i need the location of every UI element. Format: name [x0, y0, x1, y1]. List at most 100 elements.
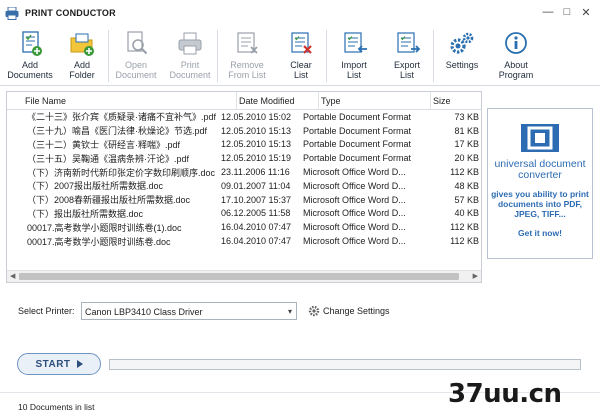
type-cell: Microsoft Office Word D... [303, 208, 406, 219]
remove-from-list-icon [237, 32, 258, 54]
type-cell: Microsoft Office Word D... [303, 180, 406, 191]
chevron-down-icon: ▾ [287, 307, 292, 316]
start-label: START [35, 358, 71, 370]
table-row[interactable]: （下）济南新时代新印张定价字数印刷顺序.doc 23.11.2006 11:16 M… [7, 165, 481, 179]
table-row[interactable]: （三十五）吴鞠通《温病条辨·汗论》.pdf 12.05.2010 15:19 Por… [7, 151, 481, 165]
start-button[interactable]: START [17, 353, 101, 375]
size-cell: 48 KB [454, 180, 479, 191]
type-cell: Microsoft Office Word D... [303, 236, 406, 247]
size-cell: 81 KB [454, 125, 479, 136]
import-list-icon [344, 32, 367, 53]
type-cell: Portable Document Format [303, 125, 411, 136]
list-header: File Name Date Modified Type Size [7, 92, 481, 110]
select-printer-label: Select Printer: [18, 306, 75, 316]
column-header-size[interactable]: Size [431, 92, 481, 109]
ad-text: gives you ability to print documents int… [491, 189, 589, 219]
print-progress-bar [109, 359, 581, 370]
column-header-type[interactable]: Type [319, 92, 431, 109]
document-list[interactable]: File Name Date Modified Type Size 《二十三》张… [6, 91, 482, 283]
printer-select-value: Canon LBP3410 Class Driver [85, 307, 203, 317]
ad-title: universal document converter [494, 158, 586, 181]
type-cell: Portable Document Format [303, 153, 411, 164]
file-name-cell: （下）济南新时代新印张定价字数印刷顺序.doc [27, 167, 216, 178]
file-name-cell: （下）2007报出版社所需数据.doc [27, 181, 164, 192]
type-cell: Portable Document Format [303, 111, 411, 122]
size-cell: 40 KB [454, 208, 479, 219]
size-cell: 73 KB [454, 111, 479, 122]
file-name-cell: （三十九）喻昌《医门法律·秋燥论》节选.pdf [27, 126, 208, 137]
app-title: PRINT CONDUCTOR [25, 8, 116, 18]
export-list-button[interactable]: Export List [381, 26, 433, 80]
open-document-button[interactable]: Open Document [109, 26, 163, 80]
column-header-file-name[interactable]: File Name [7, 92, 237, 109]
date-modified-cell: 16.04.2010 07:47 [221, 222, 292, 233]
column-header-date-modified[interactable]: Date Modified [237, 92, 319, 109]
scrollbar-thumb[interactable] [19, 273, 459, 280]
type-cell: Microsoft Office Word D... [303, 222, 406, 233]
play-icon [76, 360, 83, 368]
add-folder-button[interactable]: Add Folder [56, 26, 108, 80]
gear-icon [308, 305, 320, 317]
about-program-button[interactable]: About Program [490, 26, 542, 80]
add-folder-icon [70, 33, 94, 56]
table-row[interactable]: 00017.高考数学小题限时训练卷.doc 16.04.2010 07:47 Mic… [7, 234, 481, 248]
restore-button[interactable]: □ [559, 4, 575, 20]
about-icon [505, 32, 527, 54]
date-modified-cell: 23.11.2006 11:16 [221, 167, 290, 178]
change-settings-button[interactable]: Change Settings [308, 302, 390, 320]
table-row[interactable]: （下）2007报出版社所需数据.doc 09.01.2007 11:04 Micro… [7, 179, 481, 193]
file-name-cell: 《二十三》张介宾《质疑录·诸痛不宜补气》.pdf [27, 112, 217, 123]
watermark: 37uu.cn [448, 379, 562, 409]
date-modified-cell: 12.05.2010 15:13 [221, 125, 292, 136]
add-folder-label: Add Folder [69, 60, 95, 80]
size-cell: 17 KB [454, 139, 479, 150]
about-program-label: About Program [498, 60, 534, 80]
import-list-label: Import List [341, 60, 367, 80]
horizontal-scrollbar[interactable]: ◀ ▶ [7, 270, 481, 282]
type-cell: Microsoft Office Word D... [303, 167, 406, 178]
add-documents-button[interactable]: Add Documents [4, 26, 56, 80]
remove-from-list-label: Remove From List [228, 60, 266, 80]
table-row[interactable]: 《二十三》张介宾《质疑录·诸痛不宜补气》.pdf 12.05.2010 15:02… [7, 110, 481, 124]
file-name-cell: （下）报出版社所需数据.doc [27, 208, 144, 219]
settings-icon [450, 32, 474, 54]
close-button[interactable]: ✕ [578, 4, 594, 20]
ad-get-it-now-link[interactable]: Get it now! [518, 228, 562, 238]
add-documents-icon [22, 31, 42, 56]
table-row[interactable]: （三十二）黄钦士《研经言·释喘》.pdf 12.05.2010 15:13 Port… [7, 138, 481, 152]
size-cell: 112 KB [450, 167, 479, 178]
file-name-cell: （三十二）黄钦士《研经言·释喘》.pdf [27, 139, 181, 150]
file-name-cell: （三十五）吴鞠通《温病条辨·汗论》.pdf [27, 153, 190, 164]
print-document-button[interactable]: Print Document [163, 26, 217, 80]
clear-list-icon [291, 32, 312, 54]
table-row[interactable]: （下）2008春新疆报出版社所需数据.doc 17.10.2007 15:37 Mi… [7, 193, 481, 207]
scroll-right-arrow-icon[interactable]: ▶ [473, 272, 478, 280]
type-cell: Microsoft Office Word D... [303, 194, 406, 205]
change-settings-label: Change Settings [323, 306, 390, 316]
table-row[interactable]: （三十九）喻昌《医门法律·秋燥论》节选.pdf 12.05.2010 15:13 P… [7, 124, 481, 138]
title-bar: PRINT CONDUCTOR — □ ✕ [0, 0, 600, 26]
export-list-icon [397, 32, 421, 53]
open-document-icon [127, 31, 148, 55]
minimize-button[interactable]: — [540, 4, 556, 20]
udc-ad-banner[interactable]: universal document converter gives you a… [487, 108, 593, 259]
import-list-button[interactable]: Import List [327, 26, 381, 80]
add-documents-label: Add Documents [7, 60, 53, 80]
date-modified-cell: 06.12.2005 11:58 [221, 208, 291, 219]
remove-from-list-button[interactable]: Remove From List [218, 26, 276, 80]
table-row[interactable]: 00017.高考数学小题限时训练卷(1).doc 16.04.2010 07:47… [7, 220, 481, 234]
printer-selection: Select Printer: Canon LBP3410 Class Driv… [0, 300, 600, 322]
date-modified-cell: 16.04.2010 07:47 [221, 236, 292, 247]
file-name-cell: 00017.高考数学小题限时训练卷.doc [27, 236, 171, 247]
list-body: 《二十三》张介宾《质疑录·诸痛不宜补气》.pdf 12.05.2010 15:02… [7, 110, 481, 270]
clear-list-button[interactable]: Clear List [276, 26, 326, 80]
table-row[interactable]: （下）报出版社所需数据.doc 06.12.2005 11:58 Microsoft… [7, 207, 481, 221]
settings-button[interactable]: Settings [434, 26, 490, 70]
printer-select[interactable]: Canon LBP3410 Class Driver ▾ [81, 302, 297, 320]
toolbar: Add Documents Add Folder Open Document P… [0, 26, 600, 86]
date-modified-cell: 12.05.2010 15:02 [221, 111, 292, 122]
date-modified-cell: 12.05.2010 15:19 [221, 153, 292, 164]
file-name-cell: 00017.高考数学小题限时训练卷(1).doc [27, 222, 182, 233]
print-document-icon [178, 32, 202, 55]
scroll-left-arrow-icon[interactable]: ◀ [10, 272, 15, 280]
